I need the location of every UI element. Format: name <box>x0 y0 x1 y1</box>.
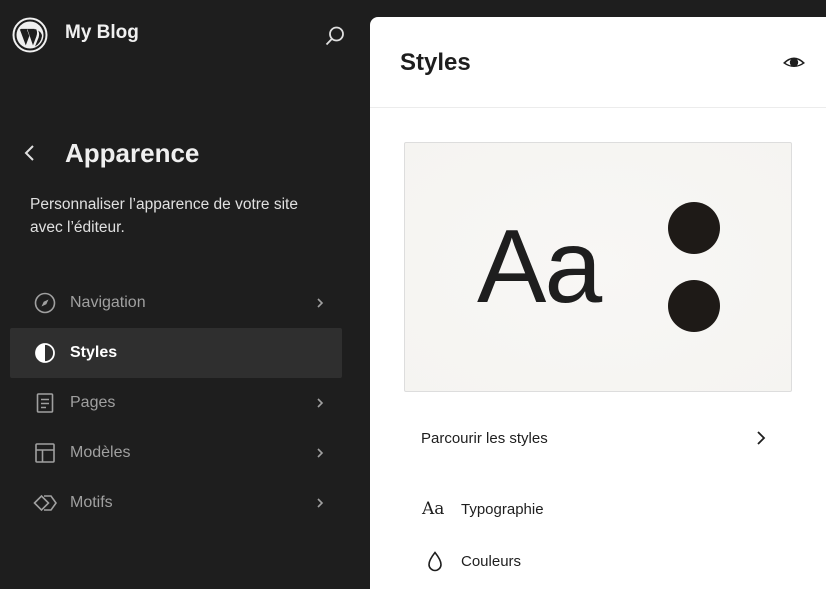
nav-item-label: Pages <box>70 394 116 411</box>
panel-description: Personnaliser l’apparence de votre site … <box>30 196 298 236</box>
chevron-right-icon <box>317 398 324 408</box>
nav-item-pages[interactable]: Pages <box>10 378 342 428</box>
page-icon <box>36 393 54 413</box>
chevron-right-icon <box>317 498 324 508</box>
preview-sample-text: Aa <box>477 209 602 325</box>
page-title: Styles <box>400 49 471 76</box>
browse-styles-button[interactable]: Parcourir les styles <box>404 418 790 460</box>
styles-header: Styles <box>370 17 826 108</box>
panel-title: Apparence <box>65 138 200 168</box>
wordpress-logo-icon[interactable] <box>12 17 48 53</box>
diamond-icon <box>33 494 57 512</box>
nav-item-label: Navigation <box>70 294 146 311</box>
search-icon[interactable] <box>322 23 348 49</box>
typography-label: Typographie <box>461 501 544 518</box>
colors-label: Couleurs <box>461 553 522 570</box>
styles-panel: Styles Aa Parcourir les styles Aa Typogr… <box>370 17 826 589</box>
appearance-nav: Navigation Styles Pages Modèles Motifs <box>10 278 342 528</box>
nav-item-navigation[interactable]: Navigation <box>10 278 342 328</box>
eye-icon[interactable] <box>780 50 808 76</box>
half-circle-icon <box>35 343 55 363</box>
sidebar: My Blog Apparence Personnaliser l’appare… <box>0 0 370 589</box>
color-swatch <box>668 202 720 254</box>
color-swatch <box>668 280 720 332</box>
typography-glyph: Aa <box>422 499 445 519</box>
browse-styles-label: Parcourir les styles <box>421 430 548 447</box>
layout-icon <box>35 443 55 463</box>
back-chevron-icon[interactable] <box>17 140 43 166</box>
nav-item-templates[interactable]: Modèles <box>10 428 342 478</box>
site-header: My Blog <box>0 0 370 70</box>
style-preview[interactable]: Aa <box>404 142 792 392</box>
chevron-right-icon <box>317 298 324 308</box>
droplet-icon <box>428 551 442 572</box>
nav-item-label: Motifs <box>70 494 113 511</box>
chevron-right-icon <box>757 431 766 445</box>
chevron-right-icon <box>317 448 324 458</box>
typography-icon: Aa <box>422 498 448 522</box>
nav-item-label: Modèles <box>70 444 131 461</box>
colors-item[interactable]: Couleurs <box>404 542 790 582</box>
compass-icon <box>34 292 56 314</box>
nav-item-label: Styles <box>70 344 118 361</box>
nav-item-styles[interactable]: Styles <box>10 328 342 378</box>
typography-item[interactable]: Aa Typographie <box>404 490 790 530</box>
nav-item-patterns[interactable]: Motifs <box>10 478 342 528</box>
site-title[interactable]: My Blog <box>65 22 139 44</box>
